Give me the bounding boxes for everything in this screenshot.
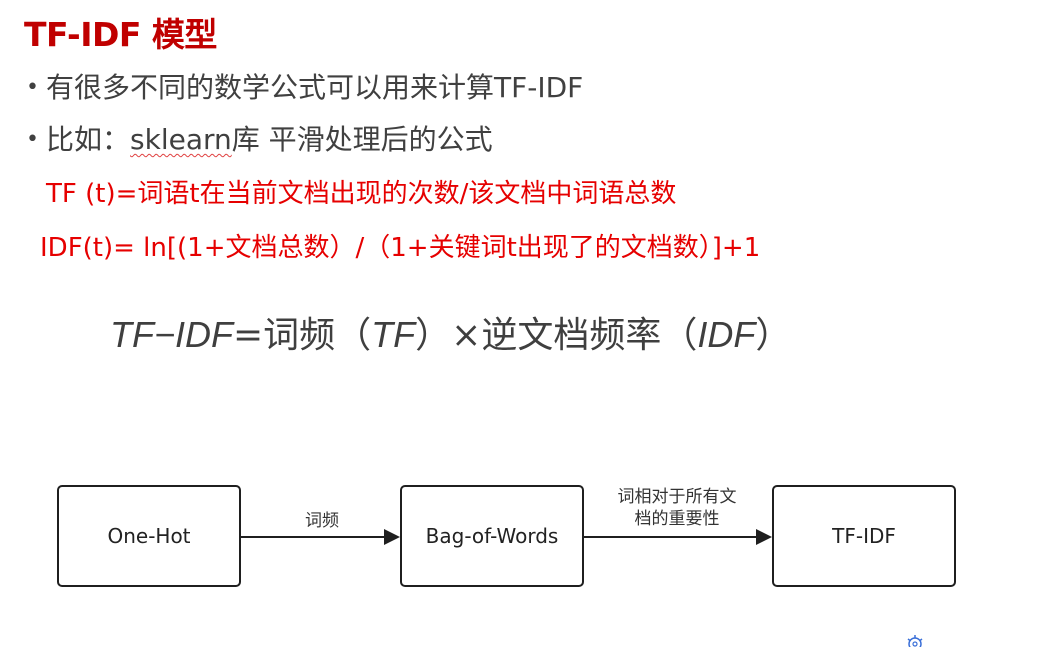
node-label: One-Hot <box>107 524 191 548</box>
formula-lhs: TF−IDF <box>110 314 233 355</box>
tfidf-formula: TF−IDF=词频（TF）×逆文档频率（IDF） <box>110 306 791 358</box>
bullet-1: • 有很多不同的数学公式可以用来计算TF-IDF <box>26 66 583 106</box>
edge-arrow-1 <box>241 529 400 545</box>
slide-title: TF-IDF 模型 <box>24 15 217 54</box>
edge-label-2-line-1: 词相对于所有文 <box>617 487 737 507</box>
edge-arrow-2 <box>584 529 772 545</box>
node-tf-idf: TF-IDF <box>772 485 956 587</box>
formula-mid: ）×逆文档频率（ <box>415 315 698 356</box>
node-label: TF-IDF <box>832 524 896 548</box>
node-one-hot: One-Hot <box>57 485 241 587</box>
formula-tf: TF <box>371 314 416 355</box>
bullet-2-suffix: 库 平滑处理后的公式 <box>231 123 493 156</box>
edge-label-2-line-2: 档的重要性 <box>634 509 720 529</box>
node-label: Bag-of-Words <box>425 524 559 548</box>
formula-eq: =词频（ <box>233 315 372 356</box>
sklearn-term: sklearn <box>130 123 232 156</box>
gear-icon[interactable] <box>904 630 926 650</box>
gear-icon-svg <box>907 635 923 650</box>
bullet-2-prefix: 比如： <box>46 123 131 156</box>
edge-label-2: 词相对于所有文 档的重要性 <box>606 486 748 530</box>
bullet-dot: • <box>26 75 39 100</box>
bullet-dot: • <box>26 127 39 152</box>
formula-end: ） <box>755 315 792 356</box>
edge-label-1: 词频 <box>296 510 348 532</box>
idf-definition: IDF(t)= ln[(1+文档总数）/（1+关键词t出现了的文档数）]+1 <box>40 233 761 263</box>
bullet-2: • 比如：sklearn库 平滑处理后的公式 <box>26 118 493 158</box>
node-bag-of-words: Bag-of-Words <box>400 485 584 587</box>
formula-idf: IDF <box>697 314 756 355</box>
tf-definition: TF (t)=词语t在当前文档出现的次数/该文档中词语总数 <box>46 179 677 209</box>
bullet-1-text: 有很多不同的数学公式可以用来计算TF-IDF <box>46 71 584 104</box>
